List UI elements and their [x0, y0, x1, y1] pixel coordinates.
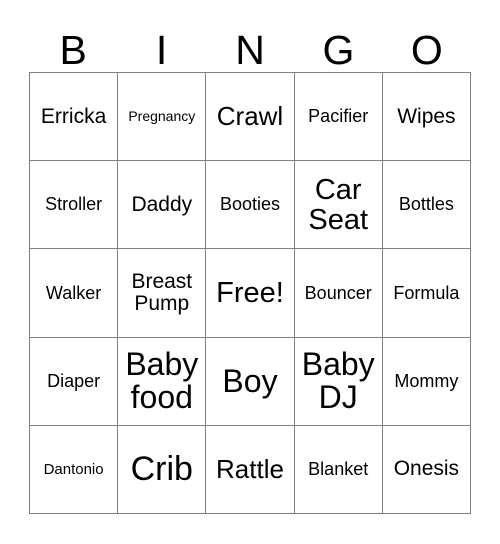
bingo-cell-label: Bouncer	[304, 282, 372, 303]
bingo-cell[interactable]: Rattle	[206, 425, 295, 514]
bingo-cell-label: Blanket	[308, 459, 369, 480]
bingo-cell[interactable]: Booties	[206, 161, 295, 250]
bingo-cell-label: Free!	[216, 276, 284, 309]
bingo-header-letter-n: N	[235, 27, 265, 73]
bingo-cell-label: Baby food	[125, 345, 199, 416]
bingo-cell[interactable]: Free!	[206, 249, 295, 338]
bingo-cell[interactable]: Pregnancy	[118, 73, 207, 162]
bingo-cell-label: Wipes	[397, 104, 456, 128]
bingo-cell-label: Breast Pump	[131, 270, 193, 315]
bingo-cell[interactable]: Baby DJ	[294, 337, 383, 426]
bingo-cell[interactable]: Baby food	[118, 337, 207, 426]
bingo-cell-label: Pregnancy	[128, 108, 196, 125]
bingo-cell-label: Onesis	[393, 457, 460, 481]
bingo-cell-label: Crawl	[216, 101, 284, 132]
bingo-cell[interactable]: Erricka	[30, 73, 119, 162]
bingo-cell-label: Crib	[130, 449, 193, 488]
bingo-cell[interactable]: Stroller	[30, 161, 119, 250]
bingo-header-letter-i: I	[155, 27, 168, 73]
bingo-cell[interactable]: Dantonio	[30, 425, 119, 514]
bingo-cell-label: Booties	[219, 194, 281, 215]
bingo-cell[interactable]: Breast Pump	[118, 249, 207, 338]
bingo-cell-label: Car Seat	[308, 173, 369, 236]
bingo-cell[interactable]: Bottles	[382, 161, 471, 250]
bingo-header-letter-b: B	[59, 27, 87, 73]
bingo-header-letter-g: G	[322, 27, 355, 73]
bingo-cell-label: Boy	[222, 362, 278, 399]
bingo-cell-label: Baby DJ	[301, 345, 375, 416]
bingo-cell[interactable]: Car Seat	[294, 161, 383, 250]
bingo-header-letter-o: O	[410, 27, 443, 73]
bingo-cell[interactable]: Pacifier	[294, 73, 383, 162]
bingo-cell[interactable]: Formula	[382, 249, 471, 338]
bingo-cell[interactable]: Crawl	[206, 73, 295, 162]
bingo-cell[interactable]: Blanket	[294, 425, 383, 514]
bingo-cell-label: Formula	[393, 282, 460, 303]
bingo-cell-label: Erricka	[40, 104, 107, 128]
bingo-cell[interactable]: Walker	[30, 249, 119, 338]
bingo-cell-label: Walker	[45, 282, 102, 303]
bingo-cell[interactable]: Bouncer	[294, 249, 383, 338]
bingo-cell[interactable]: Mommy	[382, 337, 471, 426]
bingo-cell-label: Dantonio	[43, 460, 104, 478]
bingo-cell-label: Rattle	[216, 453, 284, 484]
bingo-grid: Erricka Pregnancy Crawl Pacifier Wipes Stroll…	[29, 72, 471, 514]
bingo-cell[interactable]: Diaper	[30, 337, 119, 426]
bingo-cell[interactable]: Onesis	[382, 425, 471, 514]
bingo-card: B I N G O Erricka Pregnancy Crawl Pacifier W…	[0, 0, 500, 544]
bingo-cell[interactable]: Wipes	[382, 73, 471, 162]
bingo-cell-label: Stroller	[45, 194, 103, 215]
bingo-cell-label: Bottles	[398, 194, 454, 215]
bingo-cell-label: Diaper	[47, 370, 101, 391]
bingo-cell-label: Daddy	[131, 192, 193, 216]
bingo-cell-label: Pacifier	[308, 106, 369, 127]
bingo-cell[interactable]: Boy	[206, 337, 295, 426]
bingo-cell-label: Mommy	[394, 370, 459, 391]
bingo-cell[interactable]: Daddy	[118, 161, 207, 250]
bingo-cell[interactable]: Crib	[118, 425, 207, 514]
bingo-header-row: B I N G O	[29, 16, 471, 72]
